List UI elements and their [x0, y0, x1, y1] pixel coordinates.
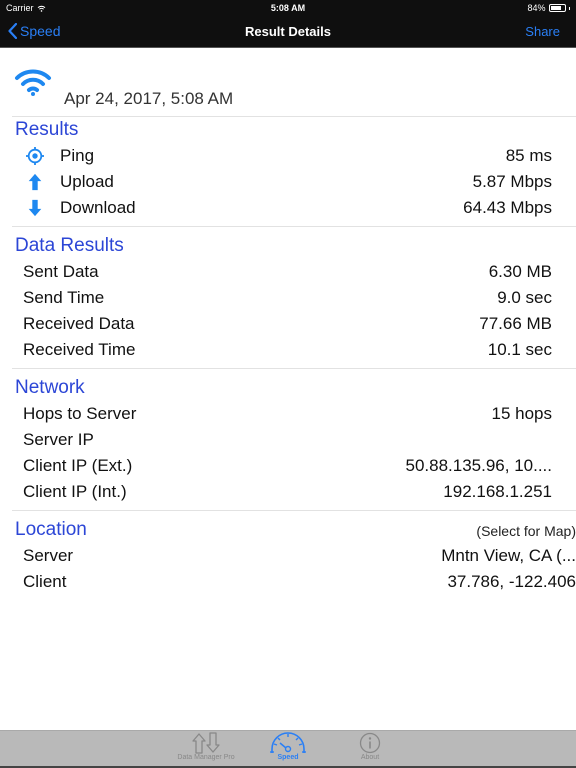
data-row: Send Time 9.0 sec: [0, 285, 576, 311]
hops-value: 15 hops: [491, 404, 553, 423]
client-location-label: Client: [23, 572, 67, 591]
download-arrow-icon: [28, 199, 42, 217]
tab-about[interactable]: About: [330, 732, 410, 761]
server-location-value: Mntn View, CA (...: [441, 546, 576, 565]
received-time-label: Received Time: [23, 340, 136, 359]
data-results-section: Data Results Sent Data 6.30 MB Send Time…: [0, 233, 576, 363]
target-icon: [26, 147, 44, 165]
send-time-value: 9.0 sec: [497, 288, 552, 307]
send-time-label: Send Time: [23, 288, 105, 307]
result-row-ping: Ping 85 ms: [0, 143, 576, 169]
share-button[interactable]: Share: [525, 24, 560, 39]
test-date: Apr 24, 2017, 5:08 AM: [64, 89, 234, 108]
network-row: Client IP (Int.) 192.168.1.251: [0, 479, 576, 505]
location-row-server[interactable]: Server Mntn View, CA (...: [0, 543, 576, 569]
sent-data-value: 6.30 MB: [488, 262, 552, 281]
status-bar: Carrier 5:08 AM 84%: [0, 0, 576, 16]
info-icon: [359, 732, 381, 754]
download-label: Download: [60, 198, 136, 217]
tab-speed[interactable]: Speed: [248, 732, 328, 761]
battery-indicator: 84%: [527, 3, 570, 13]
client-location-value: 37.786, -122.406: [447, 572, 576, 591]
results-section: Results Ping 85 ms Upload 5.87 Mbps Down…: [0, 117, 576, 221]
divider: [12, 510, 576, 511]
status-time: 5:08 AM: [270, 3, 306, 13]
server-location-label: Server: [23, 546, 74, 565]
client-ip-ext-value: 50.88.135.96, 10....: [405, 456, 552, 475]
result-row-download: Download 64.43 Mbps: [0, 195, 576, 221]
hops-label: Hops to Server: [23, 404, 137, 423]
wifi-icon: [15, 69, 51, 96]
client-ip-ext-label: Client IP (Ext.): [23, 456, 133, 475]
navigation-bar: Speed Result Details Share: [0, 16, 576, 48]
location-section[interactable]: Location (Select for Map) Server Mntn Vi…: [0, 517, 576, 595]
divider: [12, 226, 576, 227]
data-row: Received Data 77.66 MB: [0, 311, 576, 337]
battery-icon: [548, 4, 566, 12]
speedometer-icon: [270, 732, 306, 753]
upload-value: 5.87 Mbps: [472, 172, 552, 191]
data-results-section-title: Data Results: [15, 235, 124, 256]
network-row: Server IP: [0, 427, 576, 453]
client-ip-int-value: 192.168.1.251: [443, 482, 552, 501]
network-row: Client IP (Ext.) 50.88.135.96, 10....: [0, 453, 576, 479]
page-title: Result Details: [245, 24, 331, 39]
select-for-map-hint: (Select for Map): [476, 523, 576, 539]
received-time-value: 10.1 sec: [487, 340, 552, 359]
ping-value: 85 ms: [505, 146, 552, 165]
upload-arrow-icon: [28, 173, 42, 191]
tab-label: Speed: [277, 754, 299, 761]
battery-percent: 84%: [527, 3, 546, 13]
received-data-label: Received Data: [23, 314, 135, 333]
result-details-content: Apr 24, 2017, 5:08 AM Results Ping 85 ms…: [0, 49, 576, 730]
upload-label: Upload: [60, 172, 114, 191]
network-section-title: Network: [15, 377, 85, 398]
divider: [12, 368, 576, 369]
download-value: 64.43 Mbps: [463, 198, 552, 217]
network-section: Network Hops to Server 15 hops Server IP…: [0, 375, 576, 505]
sent-data-label: Sent Data: [23, 262, 99, 281]
tab-label: Data Manager Pro: [177, 754, 235, 761]
location-title-row: Location (Select for Map): [0, 517, 576, 543]
location-row-client[interactable]: Client 37.786, -122.406: [0, 569, 576, 595]
server-ip-label: Server IP: [23, 430, 94, 449]
client-ip-int-label: Client IP (Int.): [23, 482, 127, 501]
tab-label: About: [360, 754, 380, 761]
data-row: Received Time 10.1 sec: [0, 337, 576, 363]
transfer-arrows-icon: [192, 732, 220, 754]
data-row: Sent Data 6.30 MB: [0, 259, 576, 285]
ping-label: Ping: [60, 146, 95, 165]
tab-data-manager-pro[interactable]: Data Manager Pro: [166, 732, 246, 761]
tab-bar: Data Manager Pro Speed About: [0, 730, 576, 768]
result-row-upload: Upload 5.87 Mbps: [0, 169, 576, 195]
results-section-title: Results: [15, 119, 79, 140]
result-header: Apr 24, 2017, 5:08 AM: [0, 49, 576, 116]
network-row: Hops to Server 15 hops: [0, 401, 576, 427]
received-data-value: 77.66 MB: [479, 314, 552, 333]
